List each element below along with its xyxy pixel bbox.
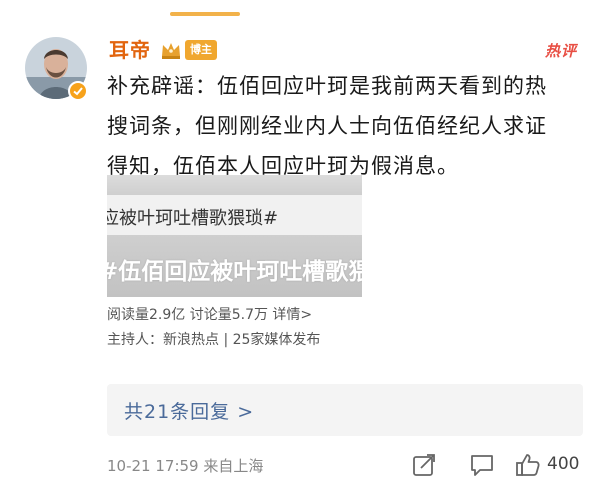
top-handle bbox=[170, 12, 240, 16]
topic-host: 主持人：新浪热点 | 25家媒体发布 bbox=[107, 332, 321, 348]
topic-headline-large: #伍佰回应被叶珂吐槽歌猥琐 bbox=[107, 259, 362, 285]
verified-badge-icon bbox=[68, 81, 88, 101]
comment-body-line: 搜词条，但刚刚经业内人士向伍佰经纪人求证 bbox=[107, 114, 547, 138]
view-replies-link[interactable]: 共21条回复 > bbox=[124, 397, 254, 424]
role-badge: 博主 bbox=[185, 40, 217, 60]
comment-body: 补充辟谣：伍佰回应叶珂是我前两天看到的热 搜词条，但刚刚经业内人士向伍佰经纪人求… bbox=[107, 66, 587, 186]
image-band bbox=[107, 175, 362, 195]
topic-headline-small: 应被叶珂吐槽歌猥琐# bbox=[107, 208, 279, 229]
comment-icon[interactable] bbox=[468, 451, 496, 479]
thumbs-up-icon[interactable] bbox=[514, 451, 542, 479]
topic-stats: 阅读量2.9亿 讨论量5.7万 详情> bbox=[107, 307, 313, 323]
reply-summary-box[interactable]: 共21条回复 > bbox=[107, 384, 583, 436]
topic-card-image[interactable]: 应被叶珂吐槽歌猥琐# #伍佰回应被叶珂吐槽歌猥琐 bbox=[107, 175, 362, 297]
hot-comment-label: 热评 bbox=[544, 42, 577, 60]
timestamp-location: 10-21 17:59 来自上海 bbox=[107, 457, 264, 475]
crown-icon bbox=[160, 39, 182, 61]
share-icon[interactable] bbox=[410, 451, 438, 479]
username[interactable]: 耳帝 bbox=[109, 37, 151, 63]
comment-body-line: 补充辟谣：伍佰回应叶珂是我前两天看到的热 bbox=[107, 74, 547, 98]
like-count: 400 bbox=[547, 454, 580, 474]
